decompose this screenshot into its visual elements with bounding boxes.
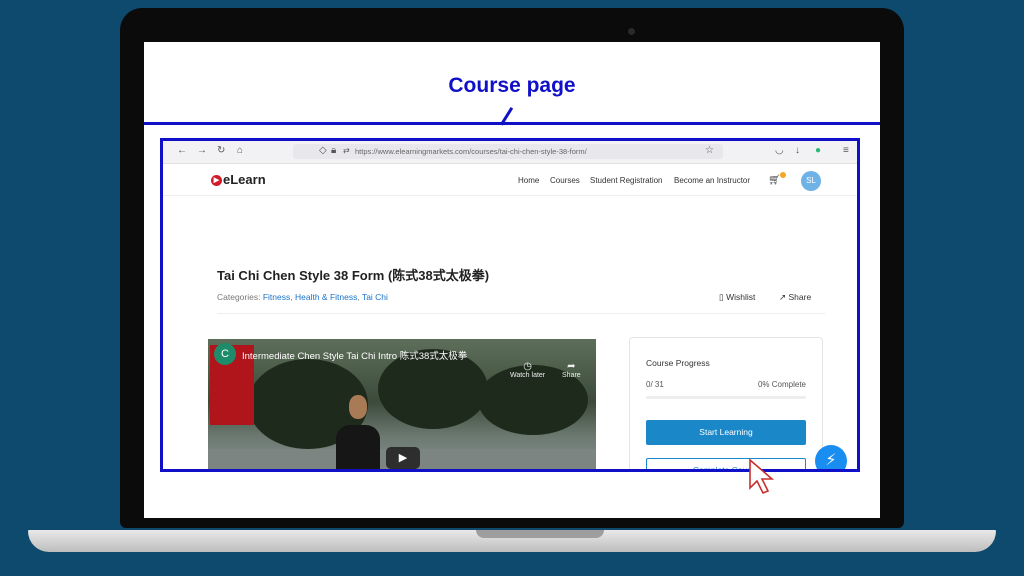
course-title: Tai Chi Chen Style 38 Form (陈式38式太极拳)	[217, 268, 490, 283]
progress-count: 0/ 31	[646, 380, 664, 389]
progress-bar	[646, 396, 806, 399]
annotation-line	[144, 122, 880, 125]
laptop-screen: Course page ← → ↻ ⌂ ▭ ◇ 🔒︎ ⇄ https://www…	[144, 42, 880, 518]
start-learning-button[interactable]: Start Learning	[646, 420, 806, 445]
channel-avatar[interactable]: C	[214, 343, 236, 365]
user-avatar[interactable]: SL	[801, 171, 821, 191]
video-share-label: Share	[562, 372, 581, 379]
mouse-cursor-icon	[749, 458, 775, 495]
webcam	[628, 28, 635, 35]
category-fitness[interactable]: Fitness	[263, 292, 290, 302]
nav-become-instructor[interactable]: Become an Instructor	[674, 176, 750, 185]
home-icon[interactable]: ⌂	[237, 145, 243, 157]
logo-text: eLearn	[223, 172, 266, 187]
share-arrow-icon: ➦	[567, 361, 576, 372]
bookmark-icon: ▯	[719, 292, 724, 302]
shield-icon: ◇	[319, 145, 327, 156]
play-icon: ▶	[398, 452, 408, 464]
video-title[interactable]: Intermediate Chen Style Tai Chi Intro 陈式…	[242, 348, 467, 362]
menu-icon[interactable]: ≡	[843, 145, 849, 157]
category-health-fitness[interactable]: Health & Fitness	[295, 292, 357, 302]
progress-title: Course Progress	[646, 358, 710, 368]
site-logo[interactable]: ▶ eLearn	[211, 172, 266, 187]
laptop-notch	[476, 530, 604, 538]
download-icon[interactable]: ↓	[795, 145, 800, 157]
messenger-chat-icon[interactable]: ⚡︎	[815, 445, 847, 469]
highlight-frame: ← → ↻ ⌂ ▭ ◇ 🔒︎ ⇄ https://www.elearningma…	[160, 138, 860, 472]
divider	[217, 313, 825, 314]
nav-courses[interactable]: Courses	[550, 176, 580, 185]
laptop-base	[28, 530, 996, 552]
annotation-caption: Course page	[448, 74, 576, 97]
extension-icon[interactable]: ●	[815, 145, 821, 157]
address-bar[interactable]: ◇ 🔒︎ ⇄ https://www.elearningmarkets.com/…	[293, 144, 723, 159]
back-icon[interactable]: ←	[177, 145, 187, 157]
url-text: https://www.elearningmarkets.com/courses…	[355, 147, 587, 156]
course-progress-card: Course Progress 0/ 31 0% Complete Start …	[629, 337, 823, 469]
video-presenter-head	[349, 395, 367, 419]
share-label: Share	[788, 292, 812, 302]
video-share-button[interactable]: ➦ Share	[562, 361, 581, 379]
cart-badge	[780, 172, 786, 178]
clock-icon: ◷	[523, 361, 532, 372]
cart-icon[interactable]: 🛒︎	[768, 175, 781, 186]
forward-icon[interactable]: →	[197, 145, 207, 157]
browser-toolbar: ← → ↻ ⌂ ▭ ◇ 🔒︎ ⇄ https://www.elearningma…	[163, 141, 857, 164]
nav-home[interactable]: Home	[518, 176, 539, 185]
share-icon: ↗	[779, 292, 787, 302]
play-button[interactable]: ▶	[386, 447, 420, 469]
share-button[interactable]: ↗ Share	[779, 292, 811, 303]
wishlist-label: Wishlist	[726, 292, 756, 302]
nav-student-registration[interactable]: Student Registration	[590, 176, 663, 185]
course-categories: Categories: Fitness, Health & Fitness, T…	[217, 292, 388, 302]
video-presenter	[336, 425, 380, 469]
complete-course-button[interactable]: Complete Course	[646, 458, 806, 469]
watch-later-button[interactable]: ◷ Watch later	[510, 361, 545, 379]
bookmark-star-icon[interactable]: ☆	[705, 145, 714, 157]
lock-icon: 🔒︎	[331, 145, 337, 156]
course-video[interactable]: C Intermediate Chen Style Tai Chi Intro …	[208, 339, 596, 469]
play-logo-icon: ▶	[211, 175, 222, 187]
progress-percent: 0% Complete	[757, 380, 806, 389]
categories-label: Categories:	[217, 292, 261, 302]
site-header: ▶ eLearn Home Courses Student Registratio…	[163, 163, 857, 196]
pocket-icon[interactable]: ◡	[775, 145, 784, 157]
permissions-icon: ⇄	[343, 146, 350, 155]
wishlist-button[interactable]: ▯ Wishlist	[719, 292, 755, 303]
reload-icon[interactable]: ↻	[217, 145, 225, 157]
category-tai-chi[interactable]: Tai Chi	[362, 292, 388, 302]
watch-later-label: Watch later	[510, 372, 546, 379]
